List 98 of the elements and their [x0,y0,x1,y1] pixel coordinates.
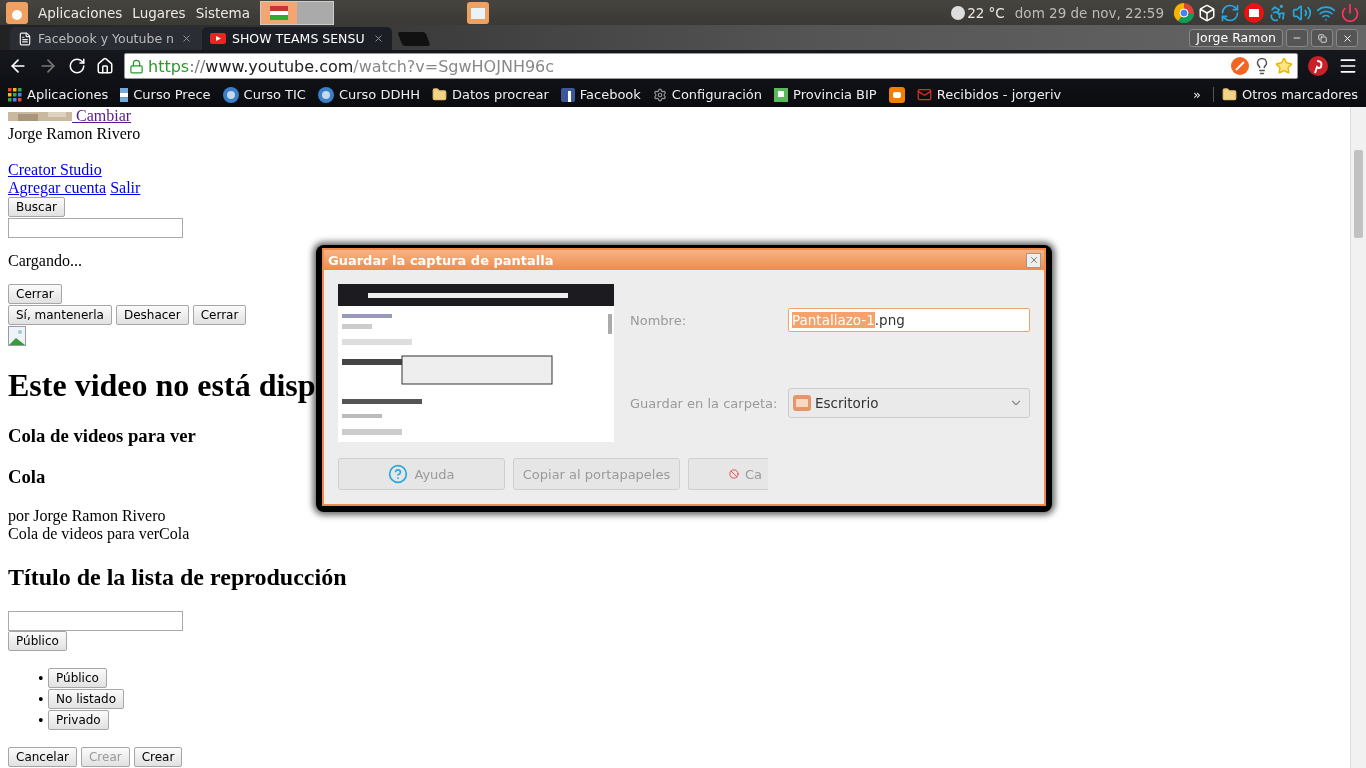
weather-text: 22 °C [967,4,1005,21]
star-icon[interactable] [1275,57,1293,75]
restore-icon [1317,33,1327,43]
panel-menu[interactable]: Sistema [195,4,250,21]
video-icon [210,33,226,44]
box-icon[interactable] [1198,3,1216,22]
square-logo-icon [888,86,905,103]
page-link[interactable]: Agregar cuenta [8,179,107,196]
page-button[interactable]: Crear [133,747,183,767]
dialog-titlebar: Guardar la captura de pantalla [324,250,1044,270]
close-icon [1341,32,1353,44]
bullet: • [38,690,44,709]
square-logo-icon [560,87,575,102]
option-button[interactable]: No listado [48,689,125,709]
bookmark[interactable]: Curso DDHH [317,86,421,103]
page-link[interactable]: Creator Studio [8,161,102,178]
pin-logo-icon[interactable] [1308,56,1328,76]
circle-icon[interactable] [1174,2,1194,23]
browser-tab[interactable]: Facebook y Youtube n [10,27,200,50]
lock-icon [129,58,144,74]
apps-icon [8,87,22,102]
flag-icon [120,87,129,102]
name-label: Nombre: [630,312,688,328]
sync-icon[interactable] [1220,2,1240,23]
page-button[interactable]: Cerrar [8,284,62,304]
user-button[interactable]: Jorge Ramon [1189,29,1283,47]
flag-icon [270,5,288,20]
logo-icon[interactable] [6,1,28,24]
bookmark[interactable]: Configuración [652,87,763,102]
panel-menu[interactable]: Lugares [132,4,186,21]
square-logo-icon [774,87,789,102]
section-heading: Cola [8,466,46,488]
circle-logo-icon [222,86,239,103]
panel-menu[interactable]: Aplicaciones [38,4,123,21]
option-button[interactable]: Privado [48,710,109,730]
bookmark[interactable]: Aplicaciones [8,87,109,102]
address-bar[interactable]: https://www.youtube.com/watch?v=SgwHOJNH96c [124,53,1298,79]
scrollbar[interactable] [1350,107,1366,768]
window-switcher[interactable] [297,1,333,24]
change-link[interactable]: Cambiar [72,107,132,124]
page-button[interactable]: Sí, mantenerla [8,305,112,325]
moon-icon [951,5,966,20]
circle-icon[interactable] [1244,2,1264,23]
text-line: por Jorge Ramon Rivero [8,507,166,525]
folder-label: Guardar en la carpeta: [630,395,779,411]
reload-icon[interactable] [68,57,86,75]
page-icon [18,31,32,46]
page-button[interactable]: Cerrar [192,305,247,325]
status-text: Cargando... [8,252,82,270]
help-icon [388,464,409,484]
circle-logo-icon [317,86,334,103]
text-field[interactable] [8,611,183,631]
page-button[interactable]: Cancelar [8,747,77,767]
folder-icon [432,87,448,102]
bookmark[interactable]: Curso TIC [222,86,306,103]
broken-image-icon [8,326,28,346]
text-line: Jorge Ramon Rivero [8,125,141,143]
option-button[interactable]: Público [48,668,107,688]
folder-icon [793,395,811,411]
page-link[interactable]: Salir [110,179,141,196]
bullet: • [38,711,44,730]
bookmark[interactable]: Recibidos - jorgeriv [916,87,1062,102]
person-icon[interactable] [1268,2,1288,23]
bookmark[interactable]: Datos procrear [432,87,549,102]
power-icon[interactable] [1340,2,1360,23]
close-icon [1028,255,1039,265]
text-line: Cola de videos para verCola [8,525,190,543]
folder-dropdown[interactable]: Escritorio [788,388,1030,418]
restore-button[interactable] [1311,29,1333,47]
page-button[interactable]: Deshacer [115,305,189,325]
close-button[interactable] [1026,252,1041,268]
folder-icon [1221,87,1237,102]
home-icon[interactable] [96,57,114,75]
bookmark[interactable]: Provincia BIP [774,87,877,102]
speaker-icon[interactable] [1292,2,1312,23]
bookmark[interactable]: Curso Prece [120,87,211,102]
browser-tab[interactable]: SHOW TEAMS SENSU [202,27,392,50]
envelope-icon [916,87,932,102]
gear-icon [652,87,667,102]
folder-icon[interactable] [466,1,489,24]
window-switcher[interactable] [261,1,297,24]
page-heading: Este video no está disp [8,367,316,404]
clock-text[interactable]: dom 29 de nov, 22:59 [1014,4,1164,21]
close-button[interactable] [1336,29,1358,47]
more-bookmarks-button[interactable]: » [1192,87,1201,102]
section-heading: Cola de videos para ver [8,425,196,447]
page-button[interactable]: Público [8,631,67,651]
section-heading: Título de la lista de reproducción [8,563,347,591]
text-field[interactable] [8,218,183,238]
minimize-button[interactable] [1286,29,1308,47]
close-icon[interactable] [373,33,384,44]
page-button[interactable]: Buscar [8,197,65,217]
bookmark[interactable]: Facebook [560,87,641,102]
close-icon[interactable] [181,33,192,44]
name-field[interactable]: Pantallazo-1.png [788,308,1030,332]
bullet: • [38,669,44,688]
menu-icon[interactable] [1338,56,1358,76]
bookmark-folder[interactable]: Otros marcadores [1212,87,1358,102]
